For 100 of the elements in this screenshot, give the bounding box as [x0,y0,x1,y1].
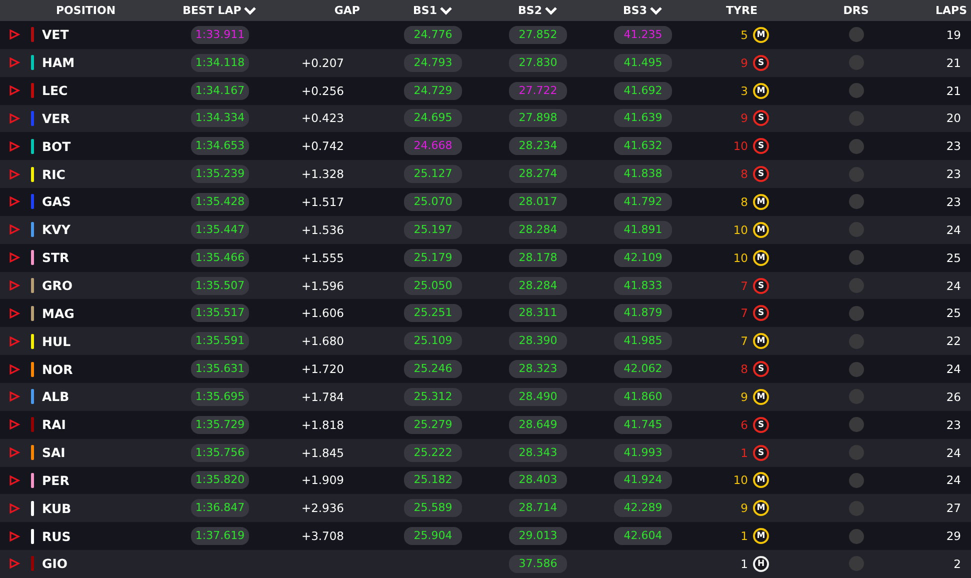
driver-code: GAS [42,194,71,210]
gap-value: +1.784 [301,390,344,404]
driver-code: LEC [42,83,68,98]
time-pill: 42.109 [614,248,672,267]
tyre-age: 1 [740,556,748,571]
lap-count: 26 [946,390,961,404]
driver-code: HUL [42,334,71,349]
triangle-icon[interactable] [9,502,20,514]
triangle-icon[interactable] [9,140,20,152]
triangle-icon[interactable] [9,336,20,347]
column-header[interactable]: BS1 [413,4,453,17]
time-pill: 42.289 [614,499,672,518]
triangle-icon[interactable] [9,447,20,458]
gap-value: +1.680 [301,334,344,348]
column-header[interactable]: BS2 [518,4,558,17]
time-pill: 28.311 [509,304,567,322]
time-pill: 25.279 [404,416,462,434]
lap-count: 24 [946,446,961,460]
tyre-badge: M [753,222,769,238]
time-pill: 25.050 [404,276,462,295]
chevron-down-icon[interactable] [243,6,258,16]
time-pill: 41.235 [614,26,672,44]
time-pill: 25.222 [404,444,462,462]
column-header[interactable]: BS3 [623,4,663,17]
time-pill: 25.179 [404,248,462,267]
time-pill: 25.127 [404,165,462,184]
tyre-badge: M [753,26,769,43]
tyre-age: 9 [740,56,748,70]
tyre-badge: S [753,110,769,126]
time-pill: 28.649 [509,416,567,434]
time-pill: 1:33.911 [191,26,249,44]
triangle-icon[interactable] [9,308,20,319]
triangle-icon[interactable] [9,57,20,68]
triangle-icon[interactable] [9,29,20,40]
lap-count: 25 [946,306,961,320]
triangle-icon[interactable] [9,419,20,430]
triangle-icon[interactable] [9,530,20,542]
gap-value: +1.720 [301,362,344,376]
triangle-icon[interactable] [9,280,20,292]
time-pill: 41.838 [614,165,672,184]
lap-count: 24 [946,222,961,237]
triangle-icon[interactable] [9,168,20,180]
time-pill: 1:35.239 [191,165,249,184]
time-pill: 1:35.631 [191,360,249,378]
tyre-badge: M [753,194,769,210]
driver-code: MAG [42,306,74,321]
lap-count: 21 [946,84,961,98]
driver-code: VET [42,27,69,42]
tyre-age: 5 [740,28,748,42]
time-pill: 28.490 [509,388,567,406]
chevron-down-icon[interactable] [544,6,558,16]
time-pill: 1:35.591 [191,332,249,350]
lap-count: 22 [946,334,961,348]
lap-count: 23 [946,418,961,432]
driver-code: VER [42,110,70,126]
column-header: LAPS [935,4,967,17]
lap-count: 2 [954,556,961,571]
chevron-down-icon[interactable] [648,6,663,16]
time-pill: 25.182 [404,471,462,490]
time-pill: 37.586 [509,554,567,573]
tyre-badge: M [753,82,769,99]
tyre-badge: S [753,444,769,461]
time-pill: 1:34.653 [191,137,249,156]
time-pill: 28.390 [509,332,567,350]
triangle-icon[interactable] [9,364,20,375]
triangle-icon[interactable] [9,224,20,236]
tyre-age: 7 [740,306,748,320]
time-pill: 24.695 [404,109,462,128]
time-pill: 42.604 [614,527,672,546]
triangle-icon[interactable] [9,474,20,486]
tyre-badge: S [753,166,769,182]
column-header: DRS [843,4,869,17]
triangle-icon[interactable] [9,196,20,208]
tyre-badge: S [753,138,769,154]
tyre-age: 9 [740,390,748,404]
time-pill: 25.197 [404,220,462,239]
tyre-age: 1 [740,529,748,544]
tyre-age: 9 [740,501,748,516]
column-header: POSITION [56,4,116,17]
time-pill: 41.879 [614,304,672,322]
triangle-icon[interactable] [9,85,20,96]
column-header[interactable]: BEST LAP [182,4,258,17]
time-pill: 1:36.847 [191,499,249,518]
time-pill: 25.070 [404,192,462,211]
gap-value: +1.517 [301,194,344,209]
driver-code: GIO [42,556,68,572]
gap-value: +1.606 [301,306,344,320]
time-pill: 24.776 [404,26,462,44]
time-pill: 25.246 [404,360,462,378]
triangle-icon[interactable] [9,558,20,570]
gap-value: +2.936 [301,501,344,516]
chevron-down-icon[interactable] [438,6,453,16]
gap-value: +0.742 [301,139,344,154]
triangle-icon[interactable] [9,252,20,264]
triangle-icon[interactable] [9,112,20,124]
triangle-icon[interactable] [9,391,20,402]
gap-value: +0.256 [301,84,344,98]
time-pill: 41.924 [614,471,672,490]
time-pill: 28.714 [509,499,567,518]
time-pill: 41.833 [614,276,672,295]
